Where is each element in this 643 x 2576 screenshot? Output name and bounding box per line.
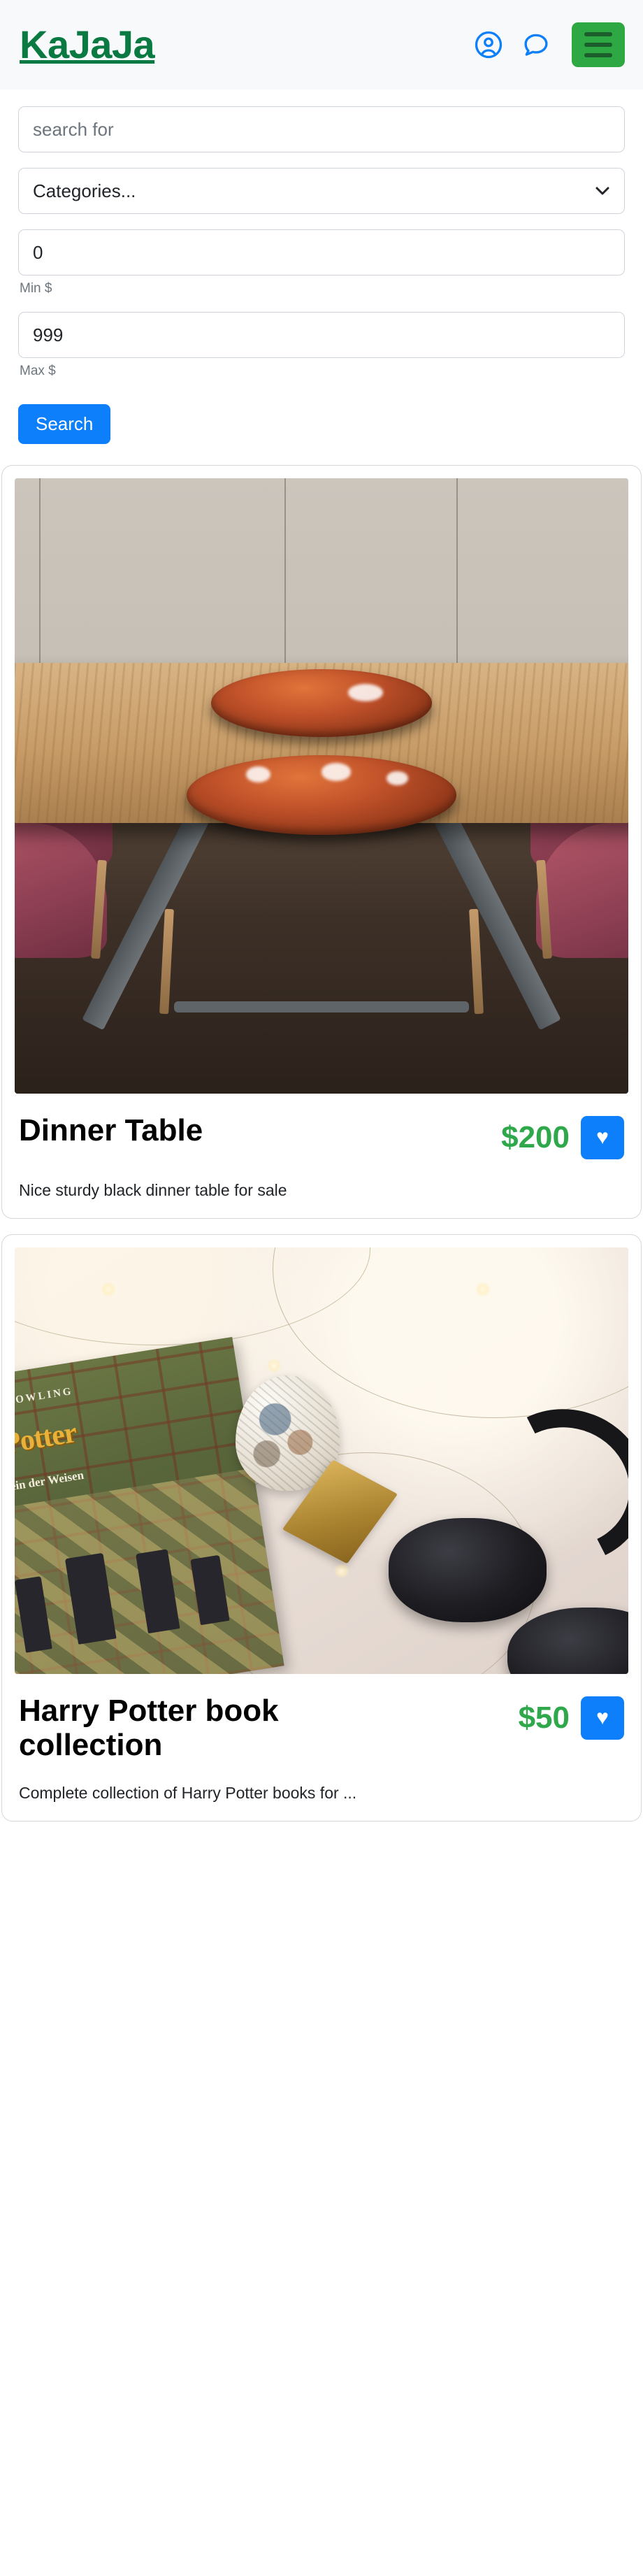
listing-image[interactable]: NE K. ROWLING rry Potter d der Stein der… xyxy=(15,1247,628,1674)
listing-title-row: Dinner Table $200 ♥ xyxy=(19,1113,624,1159)
photo-headphones xyxy=(383,1387,628,1674)
min-price-label: Min $ xyxy=(20,281,52,296)
photo-fairy-bulb xyxy=(333,1563,349,1579)
search-filter-form: Categories... Min $ Max $ Search xyxy=(0,90,643,444)
heart-glyph: ♥ xyxy=(596,1126,609,1149)
photo-bowl xyxy=(186,755,457,836)
photo-bowl-shine xyxy=(386,771,408,786)
user-circle-icon[interactable] xyxy=(474,30,503,59)
category-field: Categories... xyxy=(18,168,625,214)
photo-headphone-cup xyxy=(388,1518,547,1622)
photo-bowl xyxy=(210,668,433,737)
listing-title: Harry Potter book collection xyxy=(19,1693,279,1763)
min-price-field xyxy=(18,229,625,276)
listing-title-row: Harry Potter book collection $50 ♥ xyxy=(19,1694,624,1763)
heart-glyph: ♥ xyxy=(596,1705,609,1729)
search-submit-button[interactable]: Search xyxy=(18,404,111,444)
photo-bowl-shine xyxy=(245,766,270,782)
listing-body: Harry Potter book collection $50 ♥ Compl… xyxy=(15,1674,628,1804)
hamburger-bar xyxy=(584,32,612,36)
max-price-label: Max $ xyxy=(20,364,56,378)
brand-logo[interactable]: KaJaJa xyxy=(20,25,155,64)
top-navbar: KaJaJa xyxy=(0,0,643,90)
photo-headphone-cup xyxy=(507,1607,628,1674)
max-price-field xyxy=(18,312,625,358)
min-price-input[interactable] xyxy=(18,229,625,276)
listing-price-group: $50 ♥ xyxy=(519,1694,624,1740)
photo-table-crossbar xyxy=(174,1001,469,1012)
listing-card[interactable]: Dinner Table $200 ♥ Nice sturdy black di… xyxy=(1,465,642,1219)
photo-fairy-bulb xyxy=(475,1281,491,1297)
photo-bowl-shine xyxy=(347,684,384,702)
photo-fairy-bulb xyxy=(100,1281,116,1297)
listing-price-group: $200 ♥ xyxy=(501,1113,624,1159)
listing-title: Dinner Table xyxy=(19,1113,203,1147)
hamburger-menu-icon[interactable] xyxy=(572,22,625,67)
listing-card[interactable]: NE K. ROWLING rry Potter d der Stein der… xyxy=(1,1233,642,1822)
max-price-input[interactable] xyxy=(18,312,625,358)
search-query-field xyxy=(18,106,625,152)
listing-results: Dinner Table $200 ♥ Nice sturdy black di… xyxy=(0,444,643,1822)
listing-price: $200 xyxy=(501,1120,570,1154)
navbar-actions xyxy=(474,22,625,67)
listing-description: Nice sturdy black dinner table for sale xyxy=(19,1181,287,1199)
photo-bowl-shine xyxy=(321,763,352,781)
chat-bubble-icon[interactable] xyxy=(521,30,551,59)
heart-icon[interactable]: ♥ xyxy=(581,1116,624,1159)
hamburger-bar xyxy=(584,53,612,57)
category-select[interactable]: Categories... xyxy=(18,168,625,214)
search-input[interactable] xyxy=(18,106,625,152)
listing-description: Complete collection of Harry Potter book… xyxy=(19,1784,357,1803)
heart-icon[interactable]: ♥ xyxy=(581,1696,624,1740)
hamburger-bar xyxy=(584,43,612,47)
listing-image[interactable] xyxy=(15,478,628,1094)
listing-price: $50 xyxy=(518,1700,570,1735)
listing-body: Dinner Table $200 ♥ Nice sturdy black di… xyxy=(15,1094,628,1201)
